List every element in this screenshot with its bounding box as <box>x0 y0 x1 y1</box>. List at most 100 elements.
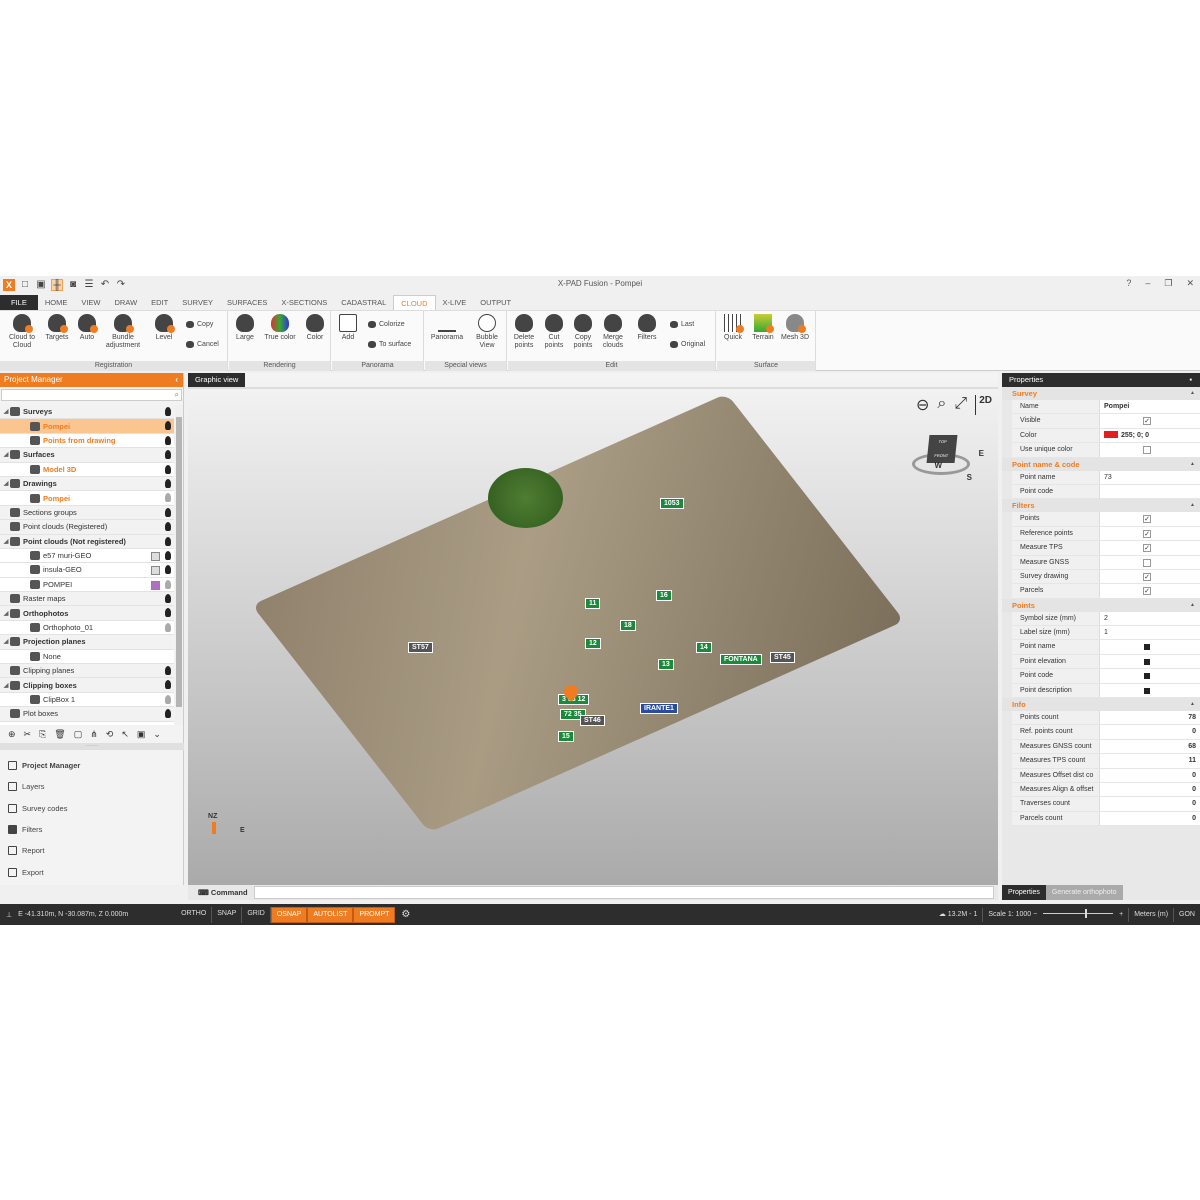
property-section-header[interactable]: Points <box>1002 598 1200 612</box>
survey-point-marker[interactable]: ST57 <box>408 642 433 653</box>
visibility-bulb-icon[interactable] <box>165 435 171 445</box>
survey-point-marker[interactable]: FONTANA <box>720 654 762 665</box>
toggle-prompt[interactable]: PROMPT <box>353 906 396 923</box>
tree-search-input[interactable]: ⌕ <box>1 389 182 401</box>
graphic-view[interactable]: Graphic view ⊖ ⌕ ⤢ 2D TOP FRONT W E S 105… <box>188 373 998 885</box>
visibility-bulb-icon[interactable] <box>165 709 171 719</box>
to-surface-button[interactable]: To surface <box>368 341 411 348</box>
expand-icon[interactable]: ◢ <box>2 408 10 415</box>
toggle-osnap[interactable]: OSNAP <box>270 906 308 923</box>
survey-point-marker[interactable]: 13 <box>658 659 674 670</box>
color-button[interactable]: Color <box>303 314 327 342</box>
property-toggle[interactable] <box>1144 658 1150 665</box>
true-color-button[interactable]: True color <box>261 314 299 342</box>
tree-item[interactable]: e57 muri-GEO <box>0 548 174 564</box>
color-swatch[interactable] <box>151 566 160 576</box>
tab-edit[interactable]: EDIT <box>144 295 175 310</box>
colorize-button[interactable]: Colorize <box>368 321 405 328</box>
tree-item[interactable]: Orthophoto_01 <box>0 620 174 636</box>
visibility-bulb-icon[interactable] <box>165 536 171 546</box>
tab-surfaces[interactable]: SURFACES <box>220 295 274 310</box>
zoom-icon[interactable]: ⌕ <box>937 395 946 415</box>
property-checkbox[interactable]: ✓ <box>1143 529 1151 538</box>
survey-point-marker[interactable]: ST46 <box>580 715 605 726</box>
add-panorama-button[interactable]: Add <box>336 314 360 342</box>
property-toggle[interactable] <box>1144 644 1150 651</box>
cloud-to-cloud-button[interactable]: Cloud to Cloud <box>5 314 39 350</box>
property-checkbox[interactable]: ✓ <box>1143 417 1151 426</box>
tree-item[interactable]: ◢ Point clouds (Not registered) <box>0 534 174 549</box>
cancel-button[interactable]: Cancel <box>186 341 219 348</box>
tab-x-live[interactable]: X-LIVE <box>436 295 474 310</box>
tab-file[interactable]: FILE <box>0 295 38 310</box>
tree-item[interactable]: Clipping planes <box>0 664 174 679</box>
property-section-header[interactable]: Filters <box>1002 499 1200 513</box>
graphic-view-tab[interactable]: Graphic view <box>188 373 246 387</box>
cube-top-label[interactable]: TOP <box>928 435 957 449</box>
nav-filters[interactable]: Filters <box>0 819 184 840</box>
visibility-bulb-icon[interactable] <box>165 464 171 474</box>
tab-cadastral[interactable]: CADASTRAL <box>334 295 393 310</box>
cut-points-button[interactable]: Cut points <box>542 314 566 350</box>
settings-gear-icon[interactable]: ⚙ <box>395 909 416 920</box>
scrollbar-thumb[interactable] <box>176 417 182 707</box>
zoom-previous-icon[interactable]: ⊖ <box>916 395 929 415</box>
terrain-button[interactable]: Terrain <box>749 314 777 342</box>
property-value[interactable]: Pompei <box>1100 400 1200 413</box>
bubble-view-button[interactable]: Bubble View <box>473 314 501 350</box>
zoom-extents-icon[interactable]: ⤢ <box>954 395 967 415</box>
tree-item[interactable]: Plot boxes <box>0 707 174 722</box>
tree-scrollbar[interactable] <box>175 405 183 725</box>
visibility-bulb-icon[interactable] <box>165 666 171 676</box>
tab-survey[interactable]: SURVEY <box>175 295 220 310</box>
toggle-grid[interactable]: GRID <box>242 906 271 923</box>
expand-icon[interactable]: ◢ <box>2 451 10 458</box>
toggle-ortho[interactable]: ORTHO <box>176 906 213 923</box>
panorama-button[interactable]: Panorama <box>429 314 465 342</box>
survey-point-marker[interactable]: IRANTE1 <box>640 703 678 714</box>
visibility-bulb-icon[interactable] <box>165 421 171 431</box>
tree-item[interactable]: Raster maps <box>0 592 174 607</box>
nav-layers[interactable]: Layers <box>0 776 184 797</box>
search-icon[interactable]: ⌕ <box>175 390 179 400</box>
property-checkbox[interactable]: ✓ <box>1143 544 1151 553</box>
tab-generate-orthophoto[interactable]: Generate orthophoto <box>1045 885 1123 900</box>
visibility-bulb-icon[interactable] <box>165 608 171 618</box>
visibility-bulb-icon[interactable] <box>165 622 171 632</box>
tree-item[interactable]: Sections groups <box>0 505 174 521</box>
point-cloud-scene[interactable]: 1053 11 16 18 12 14 13 FONTANA ST45 ST57 IRANTE1 3 … <box>251 393 918 833</box>
expand-icon[interactable]: ◢ <box>2 480 10 487</box>
property-value[interactable]: 2 <box>1100 612 1200 625</box>
survey-point-marker[interactable]: 18 <box>620 620 636 631</box>
tree-item[interactable]: ◢ Surfaces <box>0 448 174 463</box>
visibility-bulb-icon[interactable] <box>165 450 171 460</box>
tree-item[interactable]: ◢ Orthophotos <box>0 606 174 621</box>
tree-item[interactable]: Point clouds (Registered) <box>0 520 174 535</box>
nav-report[interactable]: Report <box>0 840 184 861</box>
nav-survey-codes[interactable]: Survey codes <box>0 798 184 819</box>
more-icon[interactable]: ⌄ <box>153 729 161 740</box>
cut-icon[interactable]: ✂ <box>24 729 32 740</box>
tree-item[interactable]: insula-GEO <box>0 563 174 578</box>
expand-icon[interactable]: ◢ <box>2 610 10 617</box>
tree-item[interactable]: None <box>0 649 174 665</box>
large-button[interactable]: Large <box>233 314 257 342</box>
tab-cloud[interactable]: CLOUD <box>393 295 436 310</box>
scale-slider[interactable] <box>1043 909 1114 919</box>
quick-button[interactable]: Quick <box>721 314 745 342</box>
level-button[interactable]: Level <box>150 314 178 342</box>
tab-home[interactable]: HOME <box>38 295 75 310</box>
splitter-grip[interactable]: ······ <box>0 743 184 750</box>
visibility-bulb-icon[interactable] <box>165 507 171 517</box>
copy-button[interactable]: Copy <box>186 321 213 328</box>
survey-point-marker[interactable]: 12 <box>585 638 601 649</box>
bundle-adjustment-button[interactable]: Bundle adjustment <box>102 314 144 350</box>
tab-view[interactable]: VIEW <box>74 295 107 310</box>
copy-points-button[interactable]: Copy points <box>570 314 596 350</box>
collapse-icon[interactable]: ‹ <box>175 373 178 387</box>
command-input[interactable] <box>253 886 994 899</box>
cursor-icon[interactable]: ↖ <box>121 729 129 740</box>
auto-button[interactable]: Auto <box>75 314 99 342</box>
tab-draw[interactable]: DRAW <box>108 295 145 310</box>
expand-icon[interactable]: ◢ <box>2 638 10 645</box>
